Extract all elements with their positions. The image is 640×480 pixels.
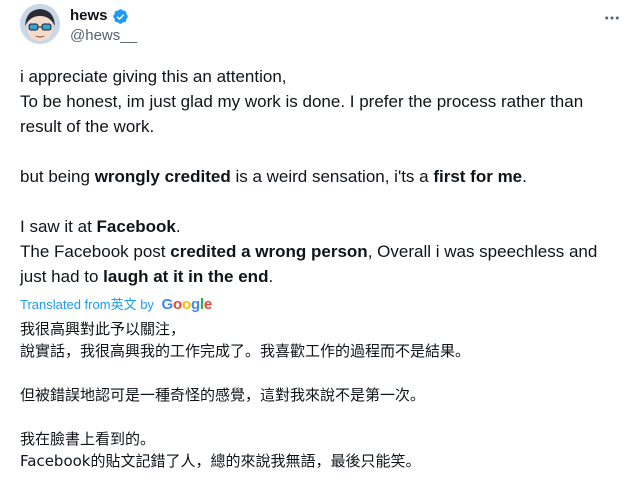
display-name[interactable]: hews	[70, 6, 108, 26]
translated-line: Facebook的貼文記錯了人，總的來說我無語，最後只能笑。	[20, 452, 421, 470]
user-handle[interactable]: @hews__	[70, 26, 137, 46]
avatar[interactable]	[20, 4, 60, 44]
post-line: The Facebook post credited a wrong perso…	[20, 239, 625, 289]
ellipsis-icon	[605, 16, 619, 20]
tweet-card: hews @hews__ i appreciate giving this an…	[0, 0, 640, 480]
bold-text: first for me	[433, 167, 523, 186]
post-line: To be honest, im just glad my work is do…	[20, 92, 584, 136]
bold-text: laugh at it in the end	[103, 267, 269, 286]
author-info: hews @hews__	[70, 6, 137, 46]
translation-notice-link[interactable]: Translated from 英文 by Google	[20, 296, 212, 314]
text-span: .	[268, 267, 274, 286]
post-line: but being wrongly credited is a weird se…	[20, 164, 625, 189]
translated-line: 但被錯誤地認可是一種奇怪的感覺，這對我來說不是第一次。	[20, 386, 426, 404]
post-text: i appreciate giving this an attention, T…	[20, 64, 625, 289]
translated-line: 說實話，我很高興我的工作完成了。我喜歡工作的過程而不是結果。	[20, 342, 471, 360]
avatar-image	[20, 4, 60, 44]
post-line: I saw it at Facebook.	[20, 214, 625, 239]
google-logo: Google	[161, 296, 213, 313]
translated-from-label: Translated from	[20, 297, 111, 312]
more-options-button[interactable]	[600, 6, 624, 30]
text-span: but being	[20, 167, 95, 186]
translated-line: 我在臉書上看到的。	[20, 430, 156, 448]
translated-line: 我很高興對此予以關注，	[20, 320, 186, 338]
source-language: 英文	[110, 297, 137, 312]
text-span: .	[522, 167, 527, 186]
translated-by-label: by	[136, 297, 158, 312]
translated-text: 我很高興對此予以關注， 說實話，我很高興我的工作完成了。我喜歡工作的過程而不是結…	[20, 318, 625, 472]
bold-text: credited a wrong person	[170, 242, 368, 261]
text-span: The Facebook post	[20, 242, 171, 261]
text-span: .	[175, 217, 181, 236]
post-line: i appreciate giving this an attention,	[20, 67, 287, 86]
text-span: I saw it at	[20, 217, 97, 236]
text-span: is a weird sensation, i'ts a	[230, 167, 434, 186]
bold-text: Facebook	[96, 217, 176, 236]
bold-text: wrongly credited	[94, 167, 231, 186]
name-row: hews	[70, 6, 137, 26]
verified-badge-icon[interactable]	[112, 8, 129, 25]
